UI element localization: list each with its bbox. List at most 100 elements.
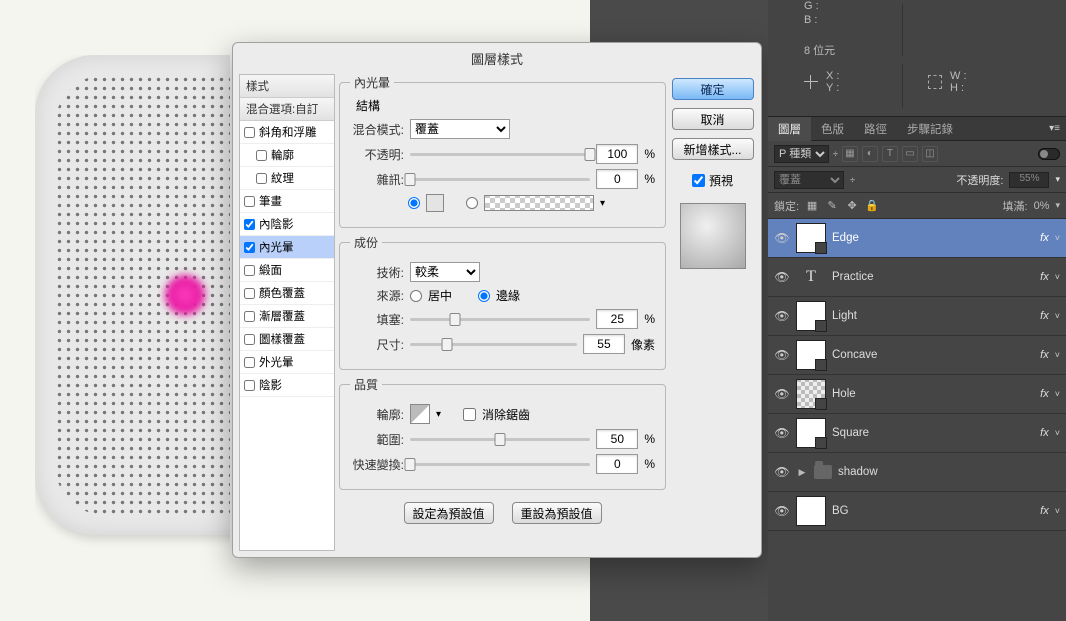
fx-chevron-icon[interactable]: ˅ — [1055, 428, 1060, 438]
cancel-button[interactable]: 取消 — [672, 108, 754, 130]
layer-thumbnail[interactable] — [796, 496, 826, 526]
fx-chevron-icon[interactable]: ˅ — [1055, 272, 1060, 282]
jitter-slider[interactable] — [410, 463, 590, 466]
fx-badge[interactable]: fx — [1040, 427, 1049, 439]
fx-chevron-icon[interactable]: ˅ — [1055, 350, 1060, 360]
style-checkbox[interactable] — [244, 219, 255, 230]
layer-row[interactable]: 👁▶shadow — [768, 453, 1066, 492]
style-checkbox[interactable] — [244, 311, 255, 322]
fx-chevron-icon[interactable]: ˅ — [1055, 233, 1060, 243]
style-checkbox[interactable] — [256, 173, 267, 184]
range-slider[interactable] — [410, 438, 590, 441]
new-style-button[interactable]: 新增樣式... — [672, 138, 754, 160]
noise-slider[interactable] — [410, 178, 590, 181]
color-gradient-radio[interactable] — [466, 197, 478, 209]
fx-badge[interactable]: fx — [1040, 271, 1049, 283]
lock-all-icon[interactable]: 🔒 — [865, 199, 879, 213]
style-checkbox[interactable] — [244, 334, 255, 345]
style-row-7[interactable]: 顏色覆蓋 — [240, 282, 334, 305]
blend-mode-select-panel[interactable]: 覆蓋 — [774, 171, 844, 189]
style-row-11[interactable]: 陰影 — [240, 374, 334, 397]
layer-thumbnail[interactable] — [796, 340, 826, 370]
lock-pixels-icon[interactable]: ✎ — [825, 199, 839, 213]
fx-chevron-icon[interactable]: ˅ — [1055, 506, 1060, 516]
noise-input[interactable] — [596, 169, 638, 189]
style-row-5[interactable]: 內光暈 — [240, 236, 334, 259]
fx-chevron-icon[interactable]: ˅ — [1055, 389, 1060, 399]
style-checkbox[interactable] — [256, 150, 267, 161]
style-checkbox[interactable] — [244, 380, 255, 391]
layer-thumbnail[interactable] — [796, 223, 826, 253]
kind-filter-select[interactable]: P 種類 — [774, 145, 829, 163]
fx-badge[interactable]: fx — [1040, 232, 1049, 244]
set-default-button[interactable]: 設定為預設值 — [404, 502, 494, 524]
style-checkbox[interactable] — [244, 265, 255, 276]
visibility-eye-icon[interactable]: 👁 — [774, 348, 790, 362]
fx-badge[interactable]: fx — [1040, 349, 1049, 361]
lock-position-icon[interactable]: ✥ — [845, 199, 859, 213]
layer-thumbnail[interactable] — [796, 301, 826, 331]
lock-transparency-icon[interactable]: ▦ — [805, 199, 819, 213]
layer-name[interactable]: Edge — [832, 232, 1034, 244]
size-slider[interactable] — [410, 343, 577, 346]
layer-name[interactable]: Concave — [832, 349, 1034, 361]
filter-type-icon[interactable]: T — [882, 146, 898, 162]
color-solid-radio[interactable] — [408, 197, 420, 209]
visibility-eye-icon[interactable]: 👁 — [774, 231, 790, 245]
layer-name[interactable]: BG — [832, 505, 1034, 517]
layer-row[interactable]: 👁Lightfx ˅ — [768, 297, 1066, 336]
layer-row[interactable]: 👁TPracticefx ˅ — [768, 258, 1066, 297]
blend-options-header[interactable]: 混合選項:自訂 — [240, 98, 334, 121]
choke-slider[interactable] — [410, 318, 590, 321]
layer-name[interactable]: shadow — [838, 466, 1060, 478]
tab-2[interactable]: 路徑 — [854, 117, 897, 141]
style-row-3[interactable]: 筆畫 — [240, 190, 334, 213]
tab-0[interactable]: 圖層 — [768, 117, 811, 141]
layer-row[interactable]: 👁BGfx ˅ — [768, 492, 1066, 531]
layer-row[interactable]: 👁Squarefx ˅ — [768, 414, 1066, 453]
panel-menu-icon[interactable]: ▾≡ — [1043, 123, 1066, 134]
filter-shape-icon[interactable]: ▭ — [902, 146, 918, 162]
preview-checkbox[interactable] — [692, 174, 705, 187]
jitter-input[interactable] — [596, 454, 638, 474]
layer-name[interactable]: Light — [832, 310, 1034, 322]
visibility-eye-icon[interactable]: 👁 — [774, 309, 790, 323]
opacity-value-panel[interactable]: 55% — [1009, 172, 1049, 188]
style-row-0[interactable]: 斜角和浮雕 — [240, 121, 334, 144]
styles-header[interactable]: 樣式 — [240, 75, 334, 98]
style-row-1[interactable]: 輪廓 — [240, 144, 334, 167]
reset-default-button[interactable]: 重設為預設值 — [512, 502, 602, 524]
filter-smart-icon[interactable]: ◫ — [922, 146, 938, 162]
contour-picker[interactable] — [410, 404, 430, 424]
style-row-4[interactable]: 內陰影 — [240, 213, 334, 236]
filter-toggle[interactable] — [1038, 148, 1060, 160]
opacity-input[interactable] — [596, 144, 638, 164]
fx-badge[interactable]: fx — [1040, 310, 1049, 322]
fill-value[interactable]: 0% — [1034, 200, 1050, 212]
disclosure-triangle[interactable]: ▶ — [796, 467, 808, 478]
gradient-bar[interactable] — [484, 195, 594, 211]
tab-3[interactable]: 步驟記錄 — [897, 117, 963, 141]
antialias-checkbox[interactable] — [463, 408, 476, 421]
fx-badge[interactable]: fx — [1040, 505, 1049, 517]
style-checkbox[interactable] — [244, 196, 255, 207]
fx-badge[interactable]: fx — [1040, 388, 1049, 400]
visibility-eye-icon[interactable]: 👁 — [774, 426, 790, 440]
source-center-radio[interactable] — [410, 290, 422, 302]
ok-button[interactable]: 確定 — [672, 78, 754, 100]
style-checkbox[interactable] — [244, 357, 255, 368]
layer-name[interactable]: Hole — [832, 388, 1034, 400]
layer-row[interactable]: 👁 Edgefx ˅ — [768, 219, 1066, 258]
blend-mode-select[interactable]: 覆蓋 — [410, 119, 510, 139]
style-checkbox[interactable] — [244, 242, 255, 253]
range-input[interactable] — [596, 429, 638, 449]
style-checkbox[interactable] — [244, 288, 255, 299]
opacity-slider[interactable] — [410, 153, 590, 156]
style-row-9[interactable]: 圖樣覆蓋 — [240, 328, 334, 351]
layer-row[interactable]: 👁Holefx ˅ — [768, 375, 1066, 414]
source-edge-radio[interactable] — [478, 290, 490, 302]
glow-color-swatch[interactable] — [426, 194, 444, 212]
layer-name[interactable]: Practice — [832, 271, 1034, 283]
visibility-eye-icon[interactable]: 👁 — [774, 270, 790, 284]
layer-thumbnail[interactable] — [796, 379, 826, 409]
